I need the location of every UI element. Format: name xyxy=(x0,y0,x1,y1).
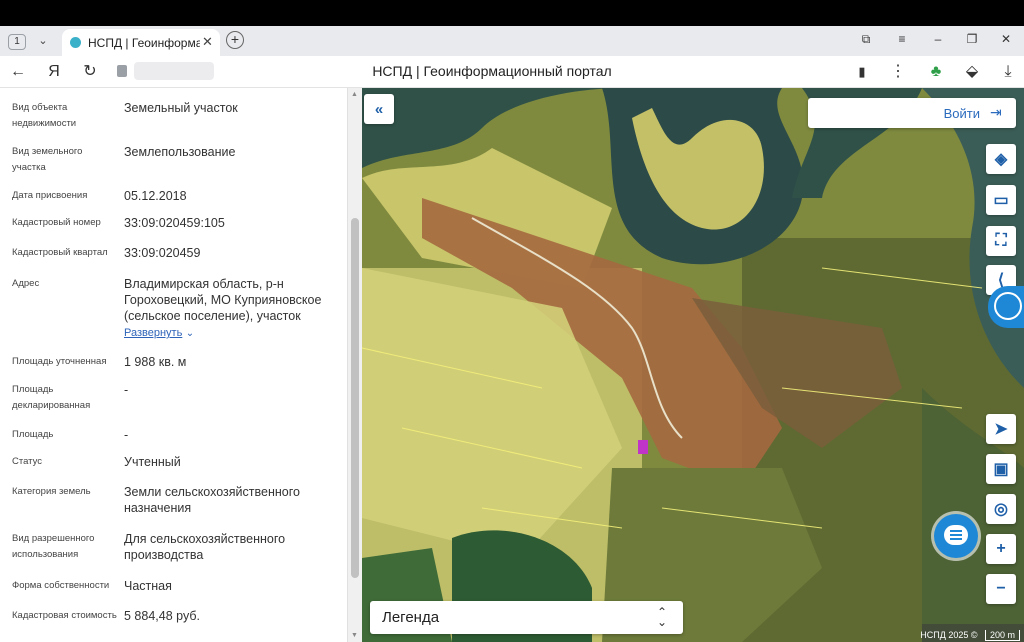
detail-value: 33:09:020459:105 xyxy=(124,216,225,230)
reload-icon[interactable]: ↻ xyxy=(80,62,100,82)
detail-value: 5 884,48 руб. xyxy=(124,609,200,623)
detail-value: - xyxy=(124,383,129,397)
detail-value: Земли сельскохозяйственного назначения xyxy=(124,485,300,515)
zoom-in-plus-icon[interactable]: + xyxy=(986,534,1016,564)
detail-label: Форма собственности xyxy=(12,580,110,591)
detail-label: Площадь xyxy=(12,429,54,440)
tab-close-icon[interactable]: ✕ xyxy=(202,34,213,50)
login-label: Войти xyxy=(943,106,980,121)
chat-line xyxy=(950,530,962,532)
browser-menu-icon[interactable]: ≡ xyxy=(892,32,912,46)
legend-label: Легенда xyxy=(382,609,440,626)
detail-label: Адрес xyxy=(12,278,40,289)
detail-value: Для сельскохозяйственного производства xyxy=(124,532,286,562)
detail-value: Учтенный xyxy=(124,455,181,469)
detail-label: Кадастровая стоимость xyxy=(12,610,117,621)
detail-label: Категория земель xyxy=(12,486,91,497)
detail-label: Вид разрешенного использования xyxy=(12,533,95,560)
feedback-icon xyxy=(994,292,1022,320)
detail-value: - xyxy=(124,428,129,442)
login-arrow-icon: ⇥ xyxy=(990,104,1002,120)
yandex-logo-icon[interactable]: Я xyxy=(44,62,64,82)
collapse-panel-double-chevron-left-icon[interactable]: « xyxy=(364,94,394,124)
browser-tab[interactable]: НСПД | Геоинформационный портал ✕ xyxy=(62,29,220,56)
chat-line xyxy=(950,538,962,540)
ruler-icon[interactable]: ▭ xyxy=(986,185,1016,215)
scale-bar-label: 200 m xyxy=(984,630,1020,641)
detail-label: Площадь декларированная xyxy=(12,384,91,411)
login-button[interactable]: Войти ⇥ xyxy=(808,98,1016,128)
scroll-up-arrow-icon[interactable]: ▲ xyxy=(351,91,358,98)
url-field[interactable] xyxy=(134,62,214,80)
detail-label: Дата присвоения xyxy=(12,190,88,201)
detail-label: Кадастровый квартал xyxy=(12,247,108,258)
tab-list-chevron-icon[interactable]: ⌄ xyxy=(34,32,52,50)
chat-button[interactable] xyxy=(934,514,978,558)
detail-value: Владимирская область, р-н Гороховецкий, … xyxy=(124,277,322,323)
object-details-panel: Вид объекта недвижимости Земельный участ… xyxy=(0,88,362,642)
layers-icon[interactable]: ◈ xyxy=(986,144,1016,174)
satellite-map[interactable]: « Войти ⇥ ◈ ▭ ⛶ ⟨ ➤ ▣ ◎ + − Легенда ⌃ ⌄ Н… xyxy=(362,88,1024,642)
bookmark-icon[interactable]: ▮ xyxy=(852,62,872,82)
address-bar-row: ← Я ↻ НСПД | Геоинформационный портал ▮ … xyxy=(0,56,1024,88)
bookmarks-panel-icon[interactable]: ⧉ xyxy=(856,32,876,47)
expand-address-link[interactable]: Развернуть xyxy=(124,327,182,339)
restore-window-icon[interactable]: ❐ xyxy=(962,32,982,46)
chevron-down-icon[interactable]: ⌄ xyxy=(186,328,194,339)
detail-value: 05.12.2018 xyxy=(124,189,187,203)
detail-label: Площадь уточненная xyxy=(12,356,107,367)
download-icon[interactable]: ⤓ xyxy=(998,62,1018,82)
panel-scrollbar[interactable]: ▲ ▼ xyxy=(347,88,362,642)
select-area-icon[interactable]: ⛶ xyxy=(986,226,1016,256)
detail-value: Землепользование xyxy=(124,145,236,159)
zoom-out-minus-icon[interactable]: − xyxy=(986,574,1016,604)
close-window-icon[interactable]: ✕ xyxy=(996,32,1016,46)
evernote-extension-icon[interactable]: ♣ xyxy=(926,62,946,82)
more-options-icon[interactable]: ⋮ xyxy=(888,62,908,82)
chat-line xyxy=(950,534,962,536)
detail-label: Статус xyxy=(12,456,43,467)
detail-label: Вид земельного участка xyxy=(12,146,83,173)
tab-strip: 1 ⌄ НСПД | Геоинформационный портал ✕ + … xyxy=(0,26,1024,56)
new-tab-plus-icon[interactable]: + xyxy=(226,31,244,49)
lock-icon xyxy=(117,65,127,77)
detail-value: 33:09:020459 xyxy=(124,246,201,260)
legend-dropdown[interactable]: Легенда ⌃ ⌄ xyxy=(370,601,683,634)
back-arrow-icon[interactable]: ← xyxy=(8,62,28,82)
detail-value: Земельный участок xyxy=(124,101,238,115)
system-top-bar xyxy=(0,0,1024,26)
site-favicon-icon xyxy=(70,37,81,48)
screen-icon[interactable]: ▣ xyxy=(986,454,1016,484)
scroll-down-arrow-icon[interactable]: ▼ xyxy=(351,632,358,639)
map-imagery xyxy=(362,88,1024,642)
address-value: Владимирская область, р-н Гороховецкий, … xyxy=(124,276,339,342)
detail-label: Вид объекта недвижимости xyxy=(12,102,77,129)
tab-title: НСПД | Геоинформационный портал xyxy=(88,36,200,50)
navigation-arrow-icon[interactable]: ➤ xyxy=(986,414,1016,444)
detail-value: 1 988 кв. м xyxy=(124,355,187,369)
tab-count-badge[interactable]: 1 xyxy=(8,34,26,50)
detail-value: Частная xyxy=(124,579,172,593)
extensions-icon[interactable]: ⬙ xyxy=(962,62,982,82)
minimize-window-icon[interactable]: – xyxy=(928,32,948,46)
scrollbar-thumb[interactable] xyxy=(351,218,359,578)
feedback-side-tab[interactable] xyxy=(988,286,1024,328)
geo-pin-icon[interactable]: ◎ xyxy=(986,494,1016,524)
copyright-text: НСПД 2025 © xyxy=(920,630,978,640)
map-attribution: НСПД 2025 © 200 m xyxy=(920,630,1020,641)
page-title: НСПД | Геоинформационный портал xyxy=(372,63,612,79)
detail-label: Кадастровый номер xyxy=(12,217,101,228)
chevron-up-down-icon: ⌃ ⌄ xyxy=(656,605,667,629)
